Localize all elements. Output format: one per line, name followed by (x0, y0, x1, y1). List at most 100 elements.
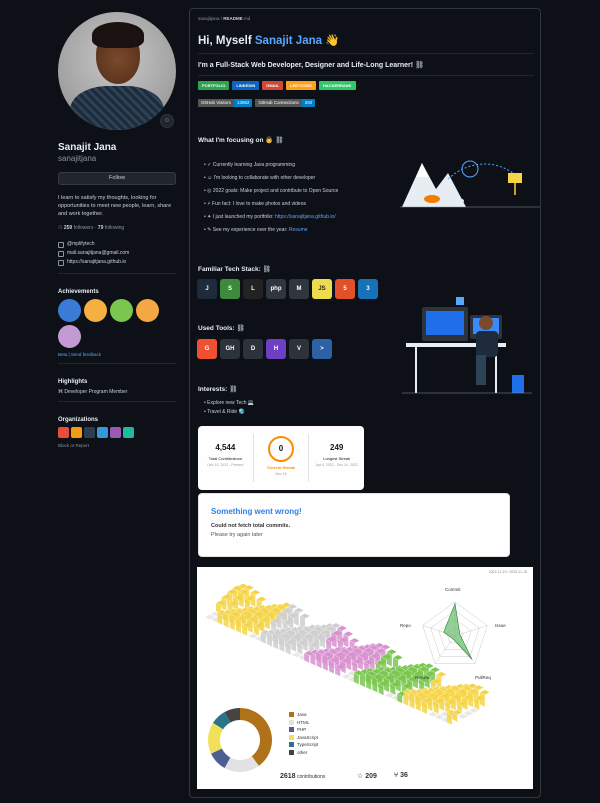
gmail-shield[interactable]: GMAIL (262, 81, 284, 90)
longest-label: Longest Streak (323, 456, 351, 461)
radar-label-repo: Repo (400, 623, 411, 628)
error-title: Something went wrong! (211, 507, 302, 516)
connections-label: GitHub Connections (255, 99, 302, 107)
resume-link[interactable]: Resume (289, 227, 308, 233)
css3-icon[interactable]: 3 (358, 279, 378, 299)
linkedin-shield[interactable]: LINKEDIN (232, 81, 260, 90)
donut-slice (224, 755, 259, 772)
achievement-badge-starstruck[interactable] (58, 325, 81, 348)
website-link[interactable]: https://sanajitjana.github.io (67, 258, 126, 267)
ghdesktop-icon[interactable]: D (243, 339, 263, 359)
longest-streak: 249 Longest Streak Apr 6, 2022 - Dec 10,… (309, 426, 364, 490)
following-count[interactable]: 79 (98, 225, 104, 231)
anchor-link-icon[interactable]: ⛓ (229, 386, 237, 393)
achievement-badge-yolo[interactable] (136, 299, 159, 322)
stars-value: 209 (365, 773, 377, 780)
org-avatar[interactable] (58, 427, 69, 438)
org-avatar[interactable] (71, 427, 82, 438)
target-icon: ◎ (207, 188, 212, 194)
avatar[interactable] (58, 12, 176, 130)
git-icon[interactable]: G (197, 339, 217, 359)
javascript-icon[interactable]: JS (312, 279, 332, 299)
social-shields: PORTFOLIO LINKEDIN GMAIL LEETCODE HACKER… (198, 81, 356, 90)
path-user[interactable]: sanajitjana (198, 16, 220, 21)
portfolio-shield[interactable]: PORTFOLIO (198, 81, 230, 90)
interests-title: Interests: (198, 386, 228, 393)
legend-swatch (289, 742, 294, 748)
tech-heading: Familiar Tech Stack: ⛓ (198, 265, 271, 273)
radar-label-issue: Issue (495, 623, 506, 628)
hackerrank-shield[interactable]: HACKERRANK (318, 81, 356, 90)
check-icon: ✓ (207, 162, 212, 168)
twitter-handle[interactable]: @mplifytech (67, 240, 95, 249)
github-icon[interactable]: GH (220, 339, 240, 359)
focus-text: Fun fact: I love to make photos and vide… (212, 201, 306, 207)
link-icon (58, 259, 64, 266)
connections-value: 260 (301, 99, 316, 107)
contributions-3d-card[interactable]: 2022-11-19 / 2023-11-18 Commit Issue Pul… (197, 567, 533, 789)
mysql-icon[interactable]: M (289, 279, 309, 299)
path-file[interactable]: README (223, 16, 243, 21)
linux-icon[interactable]: L (243, 279, 263, 299)
legend-swatch (289, 712, 294, 718)
streak-card[interactable]: 4,544 Total Contributions Dec 10, 2022 -… (198, 426, 364, 490)
powershell-icon[interactable]: > (312, 339, 332, 359)
legend-item: TypeScript (289, 741, 318, 749)
spring-icon[interactable]: S (220, 279, 240, 299)
contribution-total: 2618 contributions (280, 773, 325, 780)
smiley-icon[interactable]: ☺ (160, 114, 174, 128)
achievements-title[interactable]: Achievements (58, 285, 178, 295)
heroku-icon[interactable]: H (266, 339, 286, 359)
org-avatar[interactable] (84, 427, 95, 438)
java-icon[interactable]: J (197, 279, 217, 299)
follow-button[interactable]: Follow (58, 172, 176, 185)
email-link[interactable]: mail.sanajitjana@gmail.com (67, 249, 129, 258)
website-row[interactable]: https://sanajitjana.github.io (58, 258, 178, 267)
legend-label: JavaScript (297, 734, 319, 740)
html5-icon[interactable]: 5 (335, 279, 355, 299)
donut-slice (239, 708, 272, 766)
visitors-label: GitHub Visitors (198, 99, 234, 107)
org-avatar[interactable] (110, 427, 121, 438)
current-label: Current Streak (267, 465, 295, 470)
anchor-link-icon[interactable]: ⛓ (415, 62, 424, 69)
tools-list: G GH D H V > (197, 339, 332, 359)
twitter-icon (58, 241, 64, 248)
legend-label: PHP (297, 727, 307, 732)
readme-heading: Hi, Myself Sanajit Jana 👋 (198, 33, 340, 47)
achievement-badge-pair-extraordinaire[interactable] (110, 299, 133, 322)
readme-path[interactable]: sanajitjana / README.md (198, 16, 250, 21)
php-icon[interactable]: php (266, 279, 286, 299)
portfolio-link[interactable]: https://sanajitjana.github.io/ (275, 214, 336, 220)
total-num: 4,544 (215, 443, 236, 452)
vscode-icon[interactable]: V (289, 339, 309, 359)
org-avatar[interactable] (123, 427, 134, 438)
email-row[interactable]: mail.sanajitjana@gmail.com (58, 249, 178, 258)
leetcode-shield[interactable]: LEETCODE (286, 81, 316, 90)
followers-label[interactable]: followers (74, 225, 94, 231)
anchor-link-icon[interactable]: ⛓ (275, 137, 283, 144)
heading-name: Sanajit Jana (254, 35, 323, 47)
lightning-icon: ⚡ (207, 201, 211, 207)
calendar-cell-side (316, 651, 322, 669)
twitter-row[interactable]: @mplifytech (58, 240, 178, 249)
stars-count: ☆ 209 (357, 772, 377, 780)
achievement-badge-pull-shark[interactable] (58, 299, 81, 322)
calendar-cell-side (366, 673, 372, 690)
anchor-link-icon[interactable]: ⛓ (263, 266, 271, 273)
legend-label: other (297, 749, 308, 755)
radar-area (443, 602, 473, 660)
org-avatar[interactable] (97, 427, 108, 438)
beta-feedback[interactable]: Beta | Send feedback (58, 352, 178, 357)
achievement-badge-quickdraw[interactable] (84, 299, 107, 322)
radar-label-review: Review (415, 675, 430, 680)
anchor-link-icon[interactable]: ⛓ (237, 325, 245, 332)
followers-count[interactable]: 259 (64, 225, 72, 231)
visitors-counter[interactable]: GitHub Visitors 13862 (198, 99, 253, 107)
block-report-link[interactable]: Block or Report (58, 443, 178, 448)
connections-counter[interactable]: GitHub Connections 260 (255, 99, 316, 107)
wave-icon: 👋 (325, 35, 340, 47)
following-label[interactable]: following (105, 225, 124, 231)
divider (58, 401, 176, 402)
longest-num: 249 (330, 443, 344, 452)
